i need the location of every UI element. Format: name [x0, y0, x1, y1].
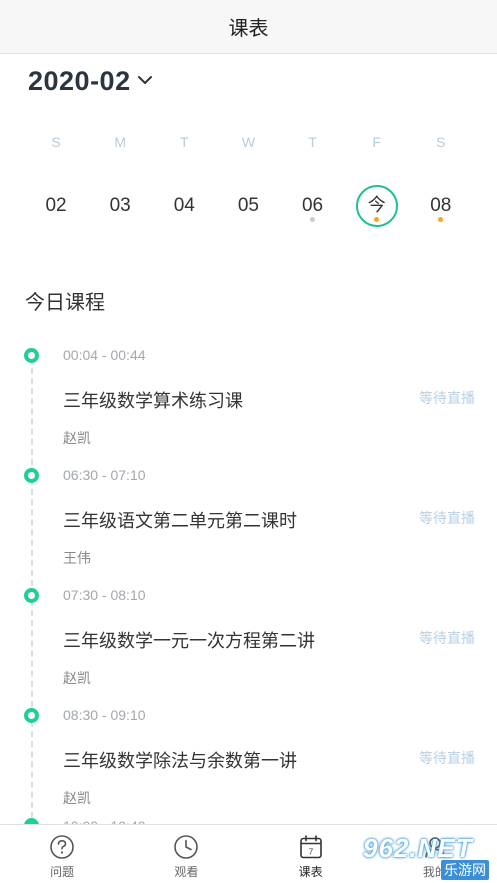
page-title: 课表: [228, 16, 269, 40]
course-status: 等待直播: [419, 751, 475, 767]
course-status: 等待直播: [419, 511, 475, 527]
timeline-node-icon: [24, 588, 39, 603]
tab-schedule[interactable]: 7 课表: [249, 825, 373, 883]
course-item[interactable]: 00:04 - 00:44 三年级数学算术练习课 等待直播 赵凯: [0, 337, 497, 457]
course-title: 三年级数学算术练习课: [63, 391, 243, 412]
date-number: 06: [301, 195, 324, 216]
month-label: 2020-02: [28, 66, 131, 96]
course-time: 08:30 - 09:10: [63, 707, 146, 723]
date-cell[interactable]: 08: [409, 183, 473, 229]
top-bar: 课表: [0, 0, 497, 54]
date-cell[interactable]: 04: [152, 183, 216, 229]
month-selector[interactable]: 2020-02: [28, 66, 153, 97]
watermark-subtext: 乐游网: [441, 860, 489, 880]
timeline-node-icon: [24, 348, 39, 363]
course-status: 等待直播: [419, 631, 475, 647]
course-teacher: 赵凯: [63, 431, 91, 447]
date-cell[interactable]: 06: [281, 183, 345, 229]
tab-questions[interactable]: 问题: [0, 825, 124, 883]
date-number: 03: [109, 195, 131, 216]
tab-label: 观看: [174, 865, 199, 879]
chevron-down-icon: [137, 75, 152, 84]
course-time: 07:30 - 08:10: [63, 587, 146, 603]
date-number: 02: [45, 195, 67, 216]
event-dot: [438, 217, 444, 222]
course-item[interactable]: 07:30 - 08:10 三年级数学一元一次方程第二讲 等待直播 赵凯: [0, 577, 497, 697]
weekday-label: T: [308, 134, 317, 150]
tab-label: 课表: [298, 865, 323, 879]
course-time: 06:30 - 07:10: [63, 467, 146, 483]
date-number: 05: [237, 195, 259, 216]
course-status: 等待直播: [419, 391, 475, 407]
weekday-label: S: [51, 134, 61, 150]
course-title: 三年级数学一元一次方程第二讲: [63, 631, 315, 652]
course-teacher: 王伟: [63, 551, 91, 567]
date-cell[interactable]: 02: [24, 183, 88, 229]
date-cell-today[interactable]: 今: [345, 183, 409, 229]
course-teacher: 赵凯: [63, 671, 91, 687]
date-cell[interactable]: 03: [88, 183, 152, 229]
weekday-row: S M T W T F S: [24, 134, 473, 150]
tab-watch[interactable]: 观看: [124, 825, 248, 883]
tab-label: 问题: [50, 865, 75, 879]
timeline-node-icon: [24, 708, 39, 723]
course-teacher: 赵凯: [63, 791, 91, 807]
course-title: 三年级语文第二单元第二课时: [63, 511, 297, 532]
weekday-label: S: [436, 134, 446, 150]
course-title: 三年级数学除法与余数第一讲: [63, 751, 297, 772]
clock-icon: [174, 835, 199, 859]
date-cell[interactable]: 05: [216, 183, 280, 229]
question-circle-icon: [50, 835, 74, 859]
weekday-label: M: [114, 134, 127, 150]
course-item[interactable]: 08:30 - 09:10 三年级数学除法与余数第一讲 等待直播 赵凯: [0, 697, 497, 817]
date-number: 04: [173, 195, 195, 216]
date-row: 02 03 04 05 06 今 08: [24, 183, 473, 229]
weekday-label: W: [241, 134, 256, 150]
watermark-logo: 962.NET 乐游网: [363, 833, 491, 880]
svg-text:7: 7: [308, 848, 313, 857]
today-courses-heading: 今日课程: [25, 290, 105, 314]
weekday-label: F: [372, 134, 381, 150]
event-dot: [310, 217, 316, 222]
date-number: 08: [430, 195, 452, 216]
timeline-node-icon: [24, 468, 39, 483]
course-item[interactable]: 06:30 - 07:10 三年级语文第二单元第二课时 等待直播 王伟: [0, 457, 497, 577]
course-time: 00:04 - 00:44: [63, 347, 146, 363]
weekday-label: T: [180, 134, 189, 150]
calendar-icon: 7: [299, 835, 322, 859]
